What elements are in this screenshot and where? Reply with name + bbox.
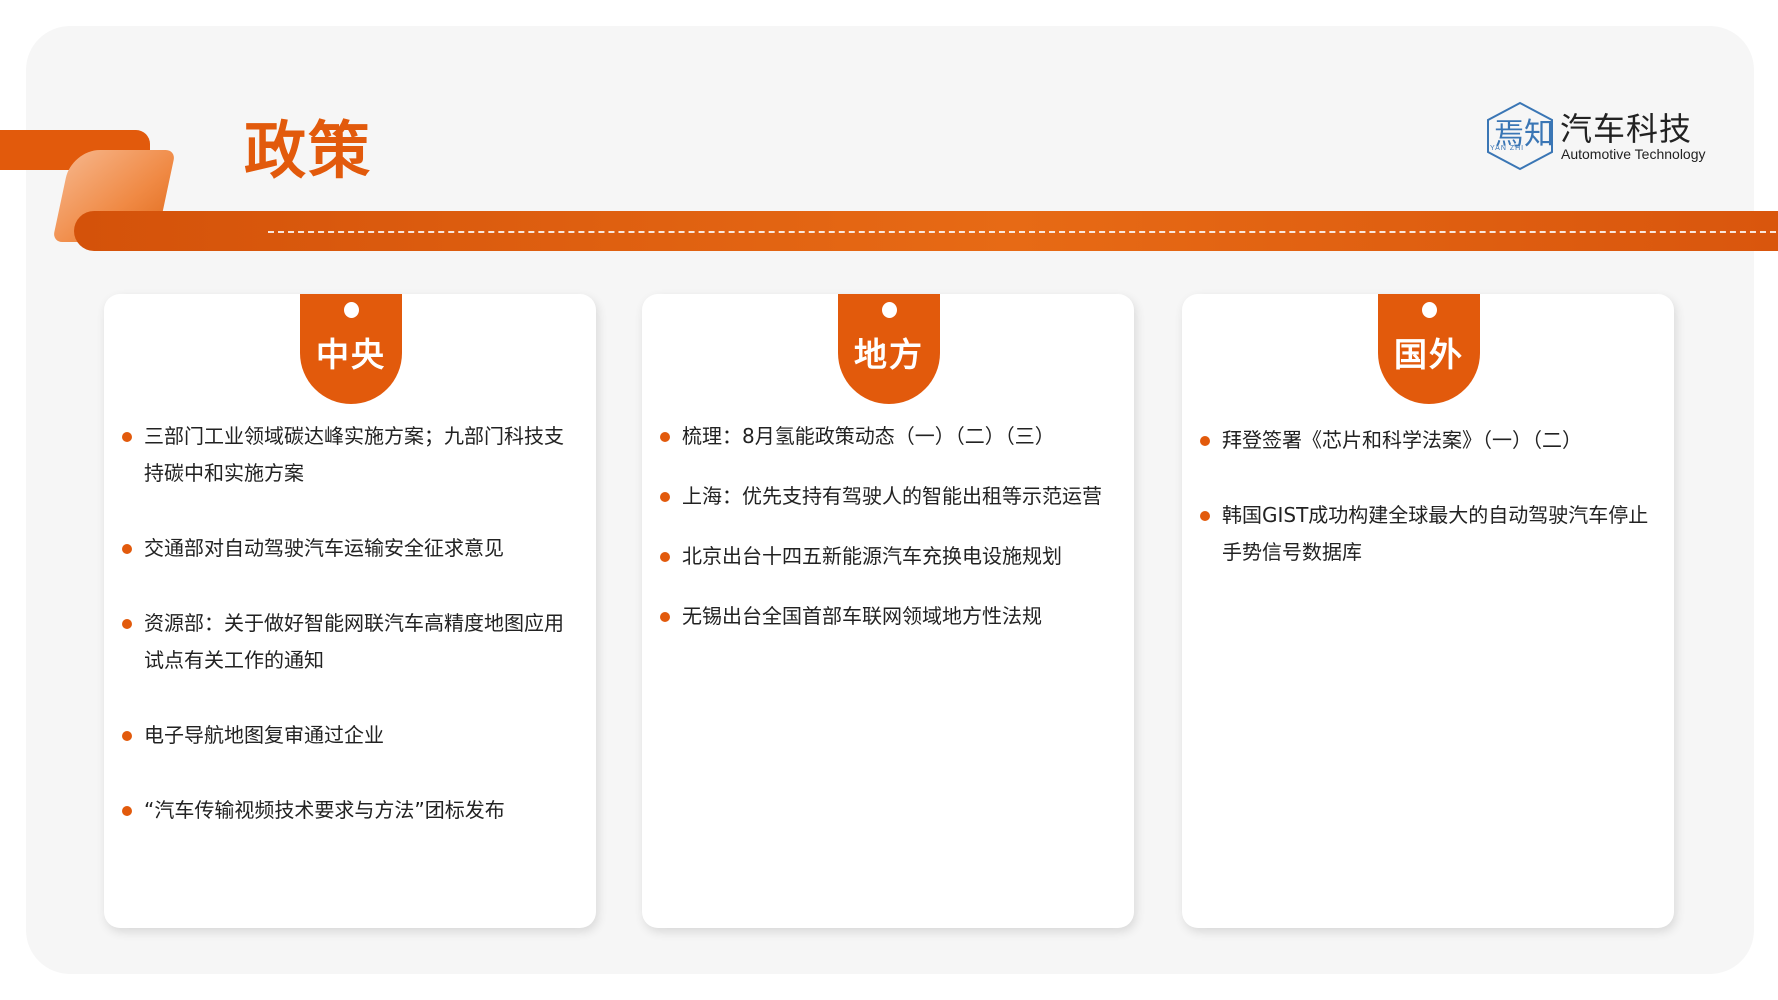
bullet-icon (122, 544, 132, 554)
list-item-text: 北京出台十四五新能源汽车充换电设施规划 (682, 544, 1062, 568)
list-item: 电子导航地图复审通过企业 (122, 717, 580, 754)
list-item-text: 电子导航地图复审通过企业 (144, 723, 384, 747)
list-item: 三部门工业领域碳达峰实施方案；九部门科技支持碳中和实施方案 (122, 418, 580, 492)
panel-central: 中央 三部门工业领域碳达峰实施方案；九部门科技支持碳中和实施方案 交通部对自动驾… (104, 294, 596, 928)
list-item-text: 资源部：关于做好智能网联汽车高精度地图应用试点有关工作的通知 (144, 611, 564, 672)
list-item: 北京出台十四五新能源汽车充换电设施规划 (660, 538, 1118, 575)
policy-list: 三部门工业领域碳达峰实施方案；九部门科技支持碳中和实施方案 交通部对自动驾驶汽车… (122, 418, 580, 829)
list-item-text: 三部门工业领域碳达峰实施方案；九部门科技支持碳中和实施方案 (144, 424, 564, 485)
policy-list: 拜登签署《芯片和科学法案》（一）（二） 韩国GIST成功构建全球最大的自动驾驶汽… (1200, 422, 1658, 571)
page-title: 政策 (244, 114, 373, 187)
panel-label: 中央 (316, 335, 386, 374)
bullet-icon (122, 806, 132, 816)
brand-logo: 焉知 YAN ZHI 汽车科技 Automotive Technology (1482, 100, 1706, 172)
logo-en-text: Automotive Technology (1561, 146, 1706, 162)
list-item: “汽车传输视频技术要求与方法”团标发布 (122, 792, 580, 829)
logo-mark-text: YAN ZHI (1490, 145, 1524, 152)
bullet-icon (1200, 436, 1210, 446)
list-item: 交通部对自动驾驶汽车运输安全征求意见 (122, 530, 580, 567)
panel-tag: 中央 (300, 294, 402, 404)
list-item: 无锡出台全国首部车联网领域地方性法规 (660, 598, 1118, 635)
tag-dot-icon (344, 302, 359, 318)
panel-label: 国外 (1394, 335, 1464, 374)
list-item: 拜登签署《芯片和科学法案》（一）（二） (1200, 422, 1658, 459)
panel-overseas: 国外 拜登签署《芯片和科学法案》（一）（二） 韩国GIST成功构建全球最大的自动… (1182, 294, 1674, 928)
ribbon-dashed-line (268, 231, 1776, 233)
bullet-icon (660, 432, 670, 442)
bullet-icon (122, 731, 132, 741)
panel-local: 地方 梳理：8月氢能政策动态（一）（二）（三） 上海：优先支持有驾驶人的智能出租… (642, 294, 1134, 928)
policy-list: 梳理：8月氢能政策动态（一）（二）（三） 上海：优先支持有驾驶人的智能出租等示范… (660, 418, 1118, 635)
panel-tag: 地方 (838, 294, 940, 404)
list-item-text: 无锡出台全国首部车联网领域地方性法规 (682, 604, 1042, 628)
bullet-icon (660, 492, 670, 502)
list-item-text: 上海：优先支持有驾驶人的智能出租等示范运营 (682, 484, 1102, 508)
panel-label: 地方 (854, 335, 924, 374)
bullet-icon (122, 432, 132, 442)
bullet-icon (660, 552, 670, 562)
list-item: 上海：优先支持有驾驶人的智能出租等示范运营 (660, 478, 1118, 515)
list-item-text: 韩国GIST成功构建全球最大的自动驾驶汽车停止手势信号数据库 (1222, 503, 1649, 564)
list-item: 资源部：关于做好智能网联汽车高精度地图应用试点有关工作的通知 (122, 605, 580, 679)
yanzhi-logo-icon: 焉知 YAN ZHI (1487, 101, 1554, 171)
bullet-icon (122, 619, 132, 629)
tag-dot-icon (882, 302, 897, 318)
list-item: 韩国GIST成功构建全球最大的自动驾驶汽车停止手势信号数据库 (1200, 497, 1658, 571)
list-item-text: 梳理：8月氢能政策动态（一）（二）（三） (682, 424, 1055, 448)
panel-tag: 国外 (1378, 294, 1480, 404)
list-item-text: “汽车传输视频技术要求与方法”团标发布 (144, 798, 505, 822)
tag-dot-icon (1422, 302, 1437, 318)
logo-cn-text: 汽车科技 (1560, 110, 1693, 148)
list-item: 梳理：8月氢能政策动态（一）（二）（三） (660, 418, 1118, 455)
list-item-text: 交通部对自动驾驶汽车运输安全征求意见 (144, 536, 504, 560)
list-item-text: 拜登签署《芯片和科学法案》（一）（二） (1222, 428, 1582, 452)
bullet-icon (660, 612, 670, 622)
bullet-icon (1200, 511, 1210, 521)
